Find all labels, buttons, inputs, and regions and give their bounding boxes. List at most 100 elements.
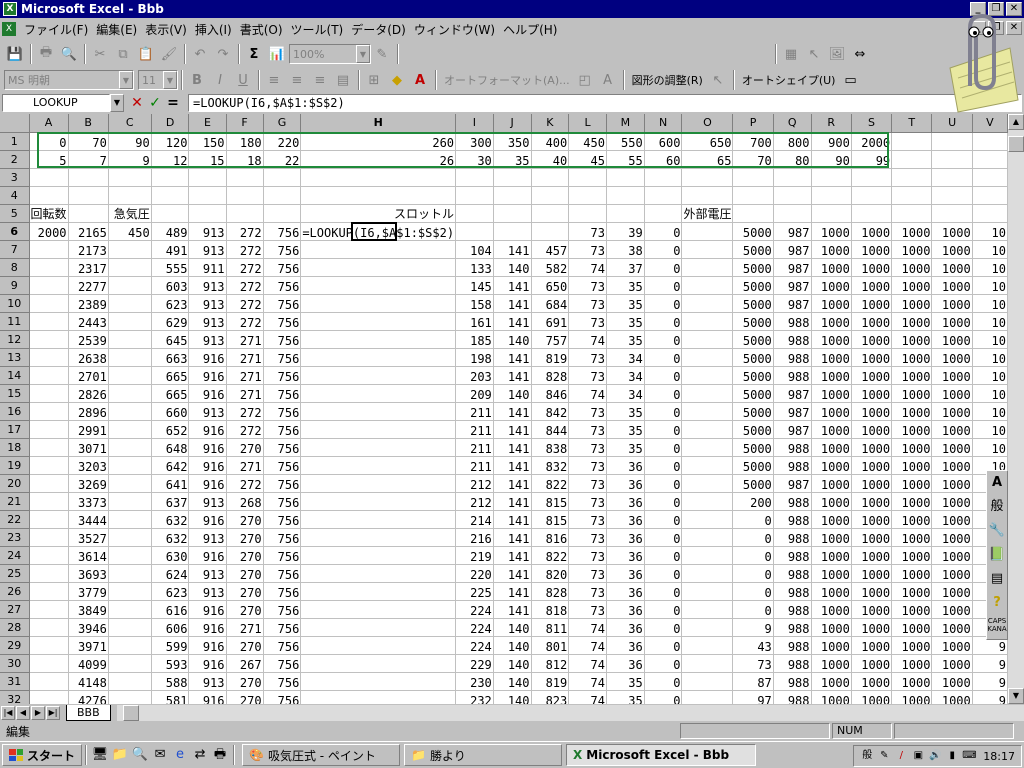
- cell-r21[interactable]: 1000: [811, 492, 852, 511]
- cell-d15[interactable]: 665: [151, 384, 190, 403]
- cell-d30[interactable]: 593: [151, 654, 190, 673]
- align-left-icon[interactable]: ≡: [263, 69, 285, 91]
- cell-o21[interactable]: [681, 492, 734, 511]
- cell-n28[interactable]: 0: [644, 618, 683, 637]
- cell-p28[interactable]: 9: [732, 618, 774, 637]
- redo-icon[interactable]: ↷: [212, 43, 234, 65]
- cell-l7[interactable]: 73: [568, 240, 607, 259]
- cell-m30[interactable]: 36: [606, 654, 645, 673]
- cell-m11[interactable]: 35: [606, 312, 645, 331]
- cell-s28[interactable]: 1000: [851, 618, 893, 637]
- cell-m7[interactable]: 38: [606, 240, 645, 259]
- cell-k26[interactable]: 828: [531, 582, 570, 601]
- cell-k10[interactable]: 684: [531, 294, 570, 313]
- cell-n27[interactable]: 0: [644, 600, 683, 619]
- align-center-icon[interactable]: ≡: [286, 69, 308, 91]
- cell-i16[interactable]: 211: [455, 402, 494, 421]
- cell-c19[interactable]: [108, 456, 152, 475]
- column-header-m[interactable]: M: [606, 114, 645, 133]
- cell-q29[interactable]: 988: [773, 636, 812, 655]
- cell-n10[interactable]: 0: [644, 294, 683, 313]
- cell-e18[interactable]: 916: [188, 438, 227, 457]
- cell-h3[interactable]: [300, 168, 457, 187]
- image-icon[interactable]: 🖼: [826, 43, 848, 65]
- cell-t9[interactable]: 1000: [891, 276, 933, 295]
- cell-r13[interactable]: 1000: [811, 348, 852, 367]
- cell-g5[interactable]: [263, 204, 302, 223]
- cell-l25[interactable]: 73: [568, 564, 607, 583]
- cell-l19[interactable]: 73: [568, 456, 607, 475]
- row-header-25[interactable]: 25: [0, 564, 30, 583]
- explorer-icon[interactable]: 📁: [110, 745, 130, 765]
- cell-e32[interactable]: 916: [188, 690, 227, 704]
- edit-formula-button[interactable]: =: [164, 94, 182, 112]
- cell-c14[interactable]: [108, 366, 152, 385]
- cell-l8[interactable]: 74: [568, 258, 607, 277]
- cell-h12[interactable]: [300, 330, 457, 349]
- cell-g32[interactable]: 756: [263, 690, 302, 704]
- column-header-s[interactable]: S: [851, 114, 893, 133]
- cell-a24[interactable]: [29, 546, 69, 565]
- cell-r5[interactable]: [811, 204, 852, 223]
- cell-s25[interactable]: 1000: [851, 564, 893, 583]
- cell-k12[interactable]: 757: [531, 330, 570, 349]
- cell-g7[interactable]: 756: [263, 240, 302, 259]
- cell-s24[interactable]: 1000: [851, 546, 893, 565]
- cell-a31[interactable]: [29, 672, 69, 691]
- cell-a13[interactable]: [29, 348, 69, 367]
- cell-j25[interactable]: 141: [493, 564, 532, 583]
- cell-i1[interactable]: 300: [455, 132, 494, 151]
- font-size-combo[interactable]: 11 ▼: [138, 70, 178, 90]
- cell-q4[interactable]: [773, 186, 812, 205]
- cell-p16[interactable]: 5000: [732, 402, 774, 421]
- column-header-j[interactable]: J: [493, 114, 532, 133]
- cell-n25[interactable]: 0: [644, 564, 683, 583]
- cell-l32[interactable]: 74: [568, 690, 607, 704]
- row-header-11[interactable]: 11: [0, 312, 30, 331]
- row-header-16[interactable]: 16: [0, 402, 30, 421]
- cell-a19[interactable]: [29, 456, 69, 475]
- cell-b14[interactable]: 2701: [68, 366, 109, 385]
- cell-s16[interactable]: 1000: [851, 402, 893, 421]
- cell-p8[interactable]: 5000: [732, 258, 774, 277]
- cell-t7[interactable]: 1000: [891, 240, 933, 259]
- cell-g9[interactable]: 756: [263, 276, 302, 295]
- cell-r4[interactable]: [811, 186, 852, 205]
- cell-s27[interactable]: 1000: [851, 600, 893, 619]
- cell-v18[interactable]: 10: [972, 438, 1008, 457]
- row-header-3[interactable]: 3: [0, 168, 30, 187]
- cell-a29[interactable]: [29, 636, 69, 655]
- cancel-formula-button[interactable]: ✕: [128, 94, 146, 112]
- cell-n3[interactable]: [644, 168, 683, 187]
- cell-e13[interactable]: 916: [188, 348, 227, 367]
- cell-h26[interactable]: [300, 582, 457, 601]
- marker-tray-icon[interactable]: /: [894, 749, 908, 763]
- cell-u7[interactable]: 1000: [931, 240, 973, 259]
- select-all-corner[interactable]: [0, 114, 30, 133]
- cell-n19[interactable]: 0: [644, 456, 683, 475]
- cell-d20[interactable]: 641: [151, 474, 190, 493]
- cell-f23[interactable]: 270: [226, 528, 264, 547]
- cell-g10[interactable]: 756: [263, 294, 302, 313]
- cell-j32[interactable]: 140: [493, 690, 532, 704]
- font-color-icon[interactable]: A: [409, 69, 431, 91]
- cell-e21[interactable]: 913: [188, 492, 227, 511]
- cell-n12[interactable]: 0: [644, 330, 683, 349]
- autosum-icon[interactable]: Σ: [243, 43, 265, 65]
- cell-k28[interactable]: 811: [531, 618, 570, 637]
- cell-u14[interactable]: 1000: [931, 366, 973, 385]
- cell-f20[interactable]: 272: [226, 474, 264, 493]
- cell-n29[interactable]: 0: [644, 636, 683, 655]
- cell-t21[interactable]: 1000: [891, 492, 933, 511]
- cell-j21[interactable]: 141: [493, 492, 532, 511]
- cell-c25[interactable]: [108, 564, 152, 583]
- cell-k20[interactable]: 822: [531, 474, 570, 493]
- cell-g17[interactable]: 756: [263, 420, 302, 439]
- cell-b12[interactable]: 2539: [68, 330, 109, 349]
- cell-k7[interactable]: 457: [531, 240, 570, 259]
- cell-s9[interactable]: 1000: [851, 276, 893, 295]
- cell-d18[interactable]: 648: [151, 438, 190, 457]
- cell-e7[interactable]: 913: [188, 240, 227, 259]
- cell-j12[interactable]: 140: [493, 330, 532, 349]
- cell-o10[interactable]: [681, 294, 734, 313]
